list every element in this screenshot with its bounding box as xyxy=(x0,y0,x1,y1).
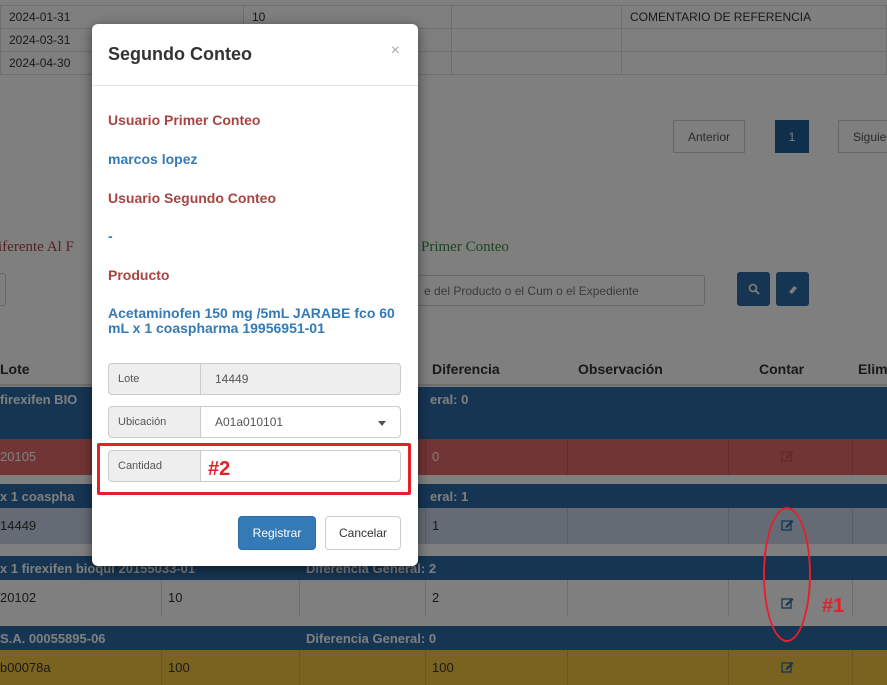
close-icon[interactable]: × xyxy=(391,42,400,60)
annotation-box-2 xyxy=(97,443,411,495)
annotation-label-2: #2 xyxy=(208,458,231,480)
usuario-primer-conteo-label: Usuario Primer Conteo xyxy=(108,112,261,128)
chevron-down-icon xyxy=(378,421,386,426)
modal-title: Segundo Conteo xyxy=(108,44,252,64)
ubicacion-value: A01a010101 xyxy=(215,415,284,429)
lote-field: Lote 14449 xyxy=(108,363,401,395)
usuario-segundo-conteo-value: - xyxy=(108,228,113,244)
usuario-primer-conteo-value: marcos lopez xyxy=(108,151,198,167)
usuario-segundo-conteo-label: Usuario Segundo Conteo xyxy=(108,190,276,206)
modal-header: Segundo Conteo × xyxy=(92,24,418,86)
producto-label: Producto xyxy=(108,267,170,283)
ubicacion-label: Ubicación xyxy=(109,407,201,437)
lote-label: Lote xyxy=(109,364,201,394)
lote-value: 14449 xyxy=(215,372,249,386)
producto-value: Acetaminofen 150 mg /5mL JARABE fco 60 m… xyxy=(108,305,395,336)
registrar-button[interactable]: Registrar xyxy=(238,516,316,550)
annotation-label-1: #1 xyxy=(822,595,845,617)
cancelar-button[interactable]: Cancelar xyxy=(325,516,401,550)
annotation-ellipse-1 xyxy=(763,507,811,642)
ubicacion-select[interactable]: Ubicación A01a010101 xyxy=(108,406,401,438)
